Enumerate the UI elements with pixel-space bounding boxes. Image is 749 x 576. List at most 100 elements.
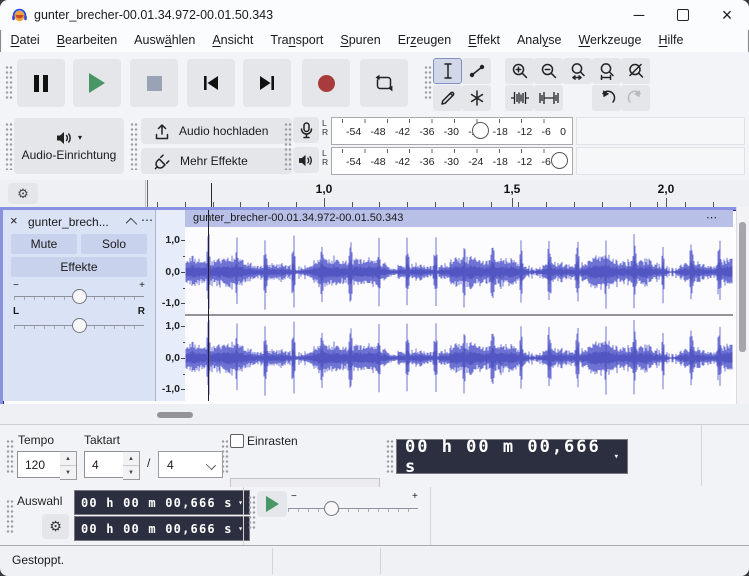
zoom-selection-button[interactable] — [563, 58, 592, 84]
menu-item-effekt[interactable]: Effekt — [460, 30, 509, 52]
loop-button[interactable] — [360, 59, 408, 107]
ruler-cursor-line — [211, 183, 212, 207]
pause-button[interactable] — [17, 59, 65, 107]
playback-volume-slider[interactable] — [551, 152, 568, 169]
toolbar-grip[interactable] — [424, 65, 432, 101]
waveform[interactable] — [185, 227, 733, 401]
zoom-toggle-button[interactable] — [621, 58, 650, 84]
zoom-in-button[interactable] — [505, 58, 534, 84]
toolbar-grip[interactable] — [6, 499, 14, 533]
timeline-ruler[interactable]: 1,0 1,5 2,0 — [147, 180, 736, 207]
speaker-small-icon — [299, 154, 312, 166]
beats-spinner[interactable]: ▲ ▼ — [123, 451, 140, 480]
toolbar-grip[interactable] — [5, 122, 13, 170]
maximize-button[interactable] — [661, 0, 705, 30]
menu-item-auswhlen[interactable]: Auswählen — [126, 30, 204, 52]
toolbar-grip[interactable] — [221, 439, 229, 473]
selection-options-button[interactable]: ⚙ — [42, 514, 69, 539]
effects-button[interactable]: Effekte — [11, 257, 147, 277]
skip-to-start-button[interactable] — [187, 59, 235, 107]
caret-down-icon: ▾ — [613, 451, 619, 462]
record-meter-ticks — [342, 119, 566, 123]
toolbar-grip[interactable] — [386, 439, 394, 473]
denominator-value: 4 — [167, 457, 174, 472]
menu-item-transport[interactable]: Transport — [262, 30, 332, 52]
play-at-speed-button[interactable] — [257, 491, 287, 517]
trim-audio-icon — [510, 92, 529, 104]
menu-item-spuren[interactable]: Spuren — [332, 30, 389, 52]
snap-label: Einrasten — [247, 434, 298, 448]
play-speed-slider[interactable] — [324, 501, 339, 516]
redo-icon — [627, 90, 641, 103]
toolbar-grip[interactable] — [130, 122, 138, 170]
toolbar-grip[interactable] — [248, 495, 256, 529]
audacity-window: gunter_brecher-00.01.34.972-00.01.50.343… — [0, 0, 749, 576]
horizontal-scrollbar-thumb[interactable] — [157, 412, 193, 418]
trim-audio-button[interactable] — [505, 85, 534, 111]
menu-item-datei[interactable]: Datei — [2, 30, 48, 52]
selection-start-display[interactable]: 00 h 00 m 00,666 s ▾ — [74, 490, 250, 515]
clip-header[interactable]: gunter_brecher-00.01.34.972-00.01.50.343… — [185, 210, 733, 228]
menu-item-bearbeiten[interactable]: Bearbeiten — [48, 30, 125, 52]
play-button[interactable] — [73, 59, 121, 107]
audio-setup-button[interactable]: ▾ Audio-Einrichtung — [14, 118, 124, 174]
envelope-tool-button[interactable] — [462, 58, 491, 84]
menu-item-ansicht[interactable]: Ansicht — [204, 30, 262, 52]
menu-item-hilfe[interactable]: Hilfe — [650, 30, 692, 52]
track-control-panel[interactable]: × gunter_brech... ⋯ Mute Solo Effekte − … — [3, 210, 155, 401]
record-button[interactable] — [302, 59, 350, 107]
track-title[interactable]: gunter_brech... — [28, 215, 123, 229]
pan-slider[interactable] — [72, 318, 87, 333]
share-audio-button[interactable]: Audio hochladen — [141, 118, 292, 144]
selection-tool-button[interactable] — [433, 58, 462, 84]
play-icon — [265, 496, 279, 512]
audio-position-display[interactable]: 00 h 00 m 00,666 s ▾ — [396, 437, 628, 477]
snap-checkbox[interactable] — [230, 434, 244, 448]
playback-meter[interactable]: -54-48-42-36-30-24-18-12-60 — [331, 147, 573, 175]
tempo-spinner[interactable]: ▲ ▼ — [60, 451, 77, 480]
more-effects-button[interactable]: Mehr Effekte — [141, 148, 292, 174]
selection-end-display[interactable]: 00 h 00 m 00,666 s ▾ — [74, 516, 250, 541]
zoom-out-button[interactable] — [534, 58, 563, 84]
silence-audio-button[interactable] — [534, 85, 563, 111]
menu-item-werkzeuge[interactable]: Werkzeuge — [570, 30, 650, 52]
spin-down-icon: ▼ — [128, 469, 134, 476]
close-button[interactable]: × — [705, 0, 749, 30]
skip-to-end-button[interactable] — [243, 59, 291, 107]
horizontal-scrollbar[interactable] — [0, 404, 749, 424]
mute-button[interactable]: Mute — [11, 234, 77, 254]
record-meter[interactable]: -54-48-42-36-30-24-18-12-60 — [331, 117, 573, 145]
solo-button[interactable]: Solo — [81, 234, 147, 254]
undo-button[interactable] — [592, 85, 621, 111]
playback-meter-button[interactable] — [293, 147, 319, 173]
gain-plus-label: + — [139, 280, 145, 291]
speed-plus-label: + — [412, 491, 418, 502]
minimize-button[interactable]: ─ — [617, 0, 661, 30]
vertical-scale[interactable]: 1,0 0,0 -1,0 1,0 0,0 -1,0 — [155, 210, 187, 401]
meter-scale-label: -24 — [468, 156, 484, 168]
track-collapse-icon[interactable] — [125, 217, 138, 230]
setup-share-meters-toolbar: ▾ Audio-Einrichtung Audio hochladen Mehr… — [0, 113, 749, 181]
record-volume-slider[interactable] — [472, 122, 489, 139]
toolbar-grip[interactable] — [6, 439, 14, 473]
toolbar-grip[interactable] — [5, 65, 13, 101]
zoom-fit-button[interactable] — [592, 58, 621, 84]
toolbar-grip[interactable] — [284, 122, 292, 170]
track-menu-button[interactable]: ⋯ — [141, 213, 153, 227]
denominator-select[interactable]: 4 — [158, 451, 223, 478]
record-meter-button[interactable] — [293, 117, 319, 143]
title-bar[interactable]: gunter_brecher-00.01.34.972-00.01.50.343… — [0, 0, 749, 30]
gain-slider[interactable] — [72, 289, 87, 304]
track-close-button[interactable]: × — [10, 213, 24, 228]
stop-button[interactable] — [130, 59, 178, 107]
vertical-scrollbar-thumb[interactable] — [739, 222, 746, 352]
redo-button[interactable] — [621, 85, 650, 111]
menu-item-analyse[interactable]: Analyse — [508, 30, 569, 52]
multi-tool-button[interactable] — [462, 85, 491, 111]
menu-item-erzeugen[interactable]: Erzeugen — [389, 30, 460, 52]
spin-down-icon: ▼ — [65, 469, 71, 476]
clip-menu-icon[interactable]: ⋯ — [706, 210, 719, 227]
draw-tool-button[interactable] — [433, 85, 462, 111]
window-title: gunter_brecher-00.01.34.972-00.01.50.343 — [34, 8, 274, 22]
timeline-options-button[interactable]: ⚙ — [8, 183, 38, 204]
